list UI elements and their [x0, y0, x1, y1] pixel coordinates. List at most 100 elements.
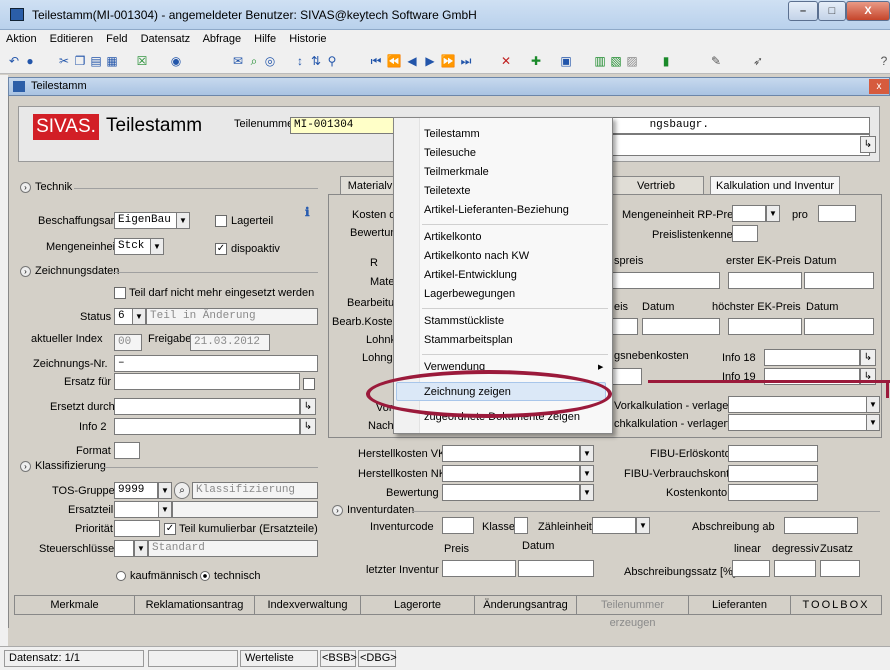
zeichnungsnr-field[interactable]: –	[114, 355, 318, 372]
tab-aenderungsantrag[interactable]: Änderungsantrag	[475, 596, 577, 614]
paste-special-icon[interactable]: ▦	[104, 53, 120, 69]
bewertung2-select[interactable]	[442, 484, 580, 501]
status-code-field[interactable]: 6	[114, 308, 134, 325]
mengeneinheit-select[interactable]: Stck	[114, 238, 152, 255]
erster-ek-field[interactable]	[728, 272, 802, 289]
ctx-item-lagerbewegungen[interactable]: Lagerbewegungen	[424, 288, 515, 300]
klasse-field[interactable]	[514, 517, 528, 534]
menu-editieren[interactable]: Editieren	[50, 33, 93, 45]
ctx-item-teilesuche[interactable]: Teilesuche	[424, 147, 476, 159]
abschr-linear-field[interactable]	[732, 560, 770, 577]
chevron-down-icon[interactable]: ▼	[158, 501, 172, 518]
kumulierbar-checkbox[interactable]: ✓	[164, 523, 176, 535]
tab-lagerorte[interactable]: Lagerorte	[361, 596, 475, 614]
mail-icon[interactable]: ✉	[230, 53, 246, 69]
format-field[interactable]	[114, 442, 140, 459]
excel-icon[interactable]: ☒	[134, 53, 150, 69]
kostenkonto-field[interactable]	[728, 484, 818, 501]
close-button[interactable]: X	[846, 1, 890, 21]
zaehleinheit-select[interactable]	[592, 517, 636, 534]
techn-radio[interactable]	[200, 571, 210, 581]
letzter-preis-field[interactable]	[442, 560, 516, 577]
ctx-item-stammstueckliste[interactable]: Stammstückliste	[424, 315, 504, 327]
next-page-icon[interactable]: ⏩	[440, 53, 456, 69]
user-icon[interactable]: ◉	[168, 53, 184, 69]
tab-toolbox[interactable]: TOOLBOX	[791, 596, 881, 614]
chevron-down-icon[interactable]: ▼	[580, 445, 594, 462]
eis-field[interactable]	[612, 318, 638, 335]
paste-icon[interactable]: ▤	[88, 53, 104, 69]
help-icon[interactable]: ?	[876, 53, 890, 69]
menu-feld[interactable]: Feld	[106, 33, 127, 45]
tos-field[interactable]: 9999	[114, 482, 158, 499]
info18-edit-icon[interactable]: ↳	[860, 349, 876, 366]
inner-window-title-bar[interactable]: Teilestamm x	[8, 77, 890, 96]
sort-asc-icon[interactable]: ↕	[292, 53, 308, 69]
exit-icon[interactable]: ▮	[658, 53, 674, 69]
info2-edit-icon[interactable]: ↳	[300, 418, 316, 435]
section-inventurdaten[interactable]: › Inventurdaten	[332, 504, 414, 516]
menu-abfrage[interactable]: Abfrage	[203, 33, 242, 45]
chevron-down-icon[interactable]: ▼	[580, 484, 594, 501]
section-technik[interactable]: › Technik	[20, 181, 72, 193]
ctx-item-teilmerkmale[interactable]: Teilmerkmale	[424, 166, 489, 178]
new-record-icon[interactable]: ✚	[528, 53, 544, 69]
next-record-icon[interactable]: ▶	[422, 53, 438, 69]
tab-vertrieb[interactable]: Vertrieb	[608, 176, 704, 195]
module-icon[interactable]: ▥	[592, 53, 608, 69]
info18-field[interactable]	[764, 349, 860, 366]
steuer-code-field[interactable]	[114, 540, 134, 557]
pro-field[interactable]	[818, 205, 856, 222]
fibu-erl-field[interactable]	[728, 445, 818, 462]
chevron-down-icon[interactable]: ▼	[176, 212, 190, 229]
last-record-icon[interactable]: ⏭	[458, 53, 474, 69]
undo-icon[interactable]: ↶	[6, 53, 22, 69]
nicht-mehr-checkbox[interactable]	[114, 287, 126, 299]
datum2-field[interactable]	[642, 318, 720, 335]
menu-historie[interactable]: Historie	[289, 33, 326, 45]
prev-page-icon[interactable]: ⏪	[386, 53, 402, 69]
nachkalk-select[interactable]	[728, 414, 868, 431]
tab-kalkulation[interactable]: Kalkulation und Inventur	[710, 176, 840, 195]
ctx-item-artikel-lieferanten[interactable]: Artikel-Lieferanten-Beziehung	[424, 204, 569, 216]
module2-icon[interactable]: ▧	[608, 53, 624, 69]
maximize-button[interactable]: □	[818, 1, 846, 21]
section-klassifizierung[interactable]: › Klassifizierung	[20, 460, 106, 472]
hk-nk-select[interactable]	[442, 465, 580, 482]
minimize-button[interactable]: –	[788, 1, 818, 21]
ersatz-fuer-field[interactable]	[114, 373, 300, 390]
ersatzteil-field[interactable]	[114, 501, 160, 518]
sort-desc-icon[interactable]: ⇅	[308, 53, 324, 69]
menu-aktion[interactable]: Aktion	[6, 33, 37, 45]
tab-merkmale[interactable]: Merkmale	[15, 596, 135, 614]
info-icon[interactable]: ℹ	[305, 205, 310, 219]
cut-icon[interactable]: ✂	[56, 53, 72, 69]
pin-icon[interactable]: ✎	[708, 53, 724, 69]
tab-lieferanten[interactable]: Lieferanten	[689, 596, 791, 614]
ersetzt-durch-field[interactable]	[114, 398, 300, 415]
kaufm-radio[interactable]	[116, 571, 126, 581]
me-rp-field[interactable]	[732, 205, 766, 222]
dispoaktiv-checkbox[interactable]: ✓	[215, 243, 227, 255]
ctx-item-stammarbeitsplan[interactable]: Stammarbeitsplan	[424, 334, 513, 346]
tab-reklamationsantrag[interactable]: Reklamationsantrag	[135, 596, 255, 614]
abschreibung-ab-field[interactable]	[784, 517, 858, 534]
vorkalk-select[interactable]	[728, 396, 868, 413]
menu-hilfe[interactable]: Hilfe	[254, 33, 276, 45]
first-record-icon[interactable]: ⏮	[368, 53, 384, 69]
window-title-bar[interactable]: Teilestamm(MI-001304) - angemeldeter Ben…	[0, 0, 890, 30]
beschaffungsart-select[interactable]: EigenBau	[114, 212, 178, 229]
ersatz-fuer-checkbox[interactable]	[303, 378, 315, 390]
fibu-verb-field[interactable]	[728, 465, 818, 482]
preislisten-field[interactable]	[732, 225, 758, 242]
module3-icon[interactable]: ▨	[624, 53, 640, 69]
spreis-field[interactable]	[612, 272, 720, 289]
erster-ek-datum-field[interactable]	[804, 272, 874, 289]
hoechster-field[interactable]	[728, 318, 802, 335]
ctx-item-artikelkonto[interactable]: Artikelkonto	[424, 231, 481, 243]
abschr-degressiv-field[interactable]	[774, 560, 816, 577]
prioritaet-field[interactable]	[114, 520, 160, 537]
chevron-down-icon[interactable]: ▼	[636, 517, 650, 534]
ctx-item-teiletexte[interactable]: Teiletexte	[424, 185, 470, 197]
ctx-item-artikel-entwicklung[interactable]: Artikel-Entwicklung	[424, 269, 517, 281]
